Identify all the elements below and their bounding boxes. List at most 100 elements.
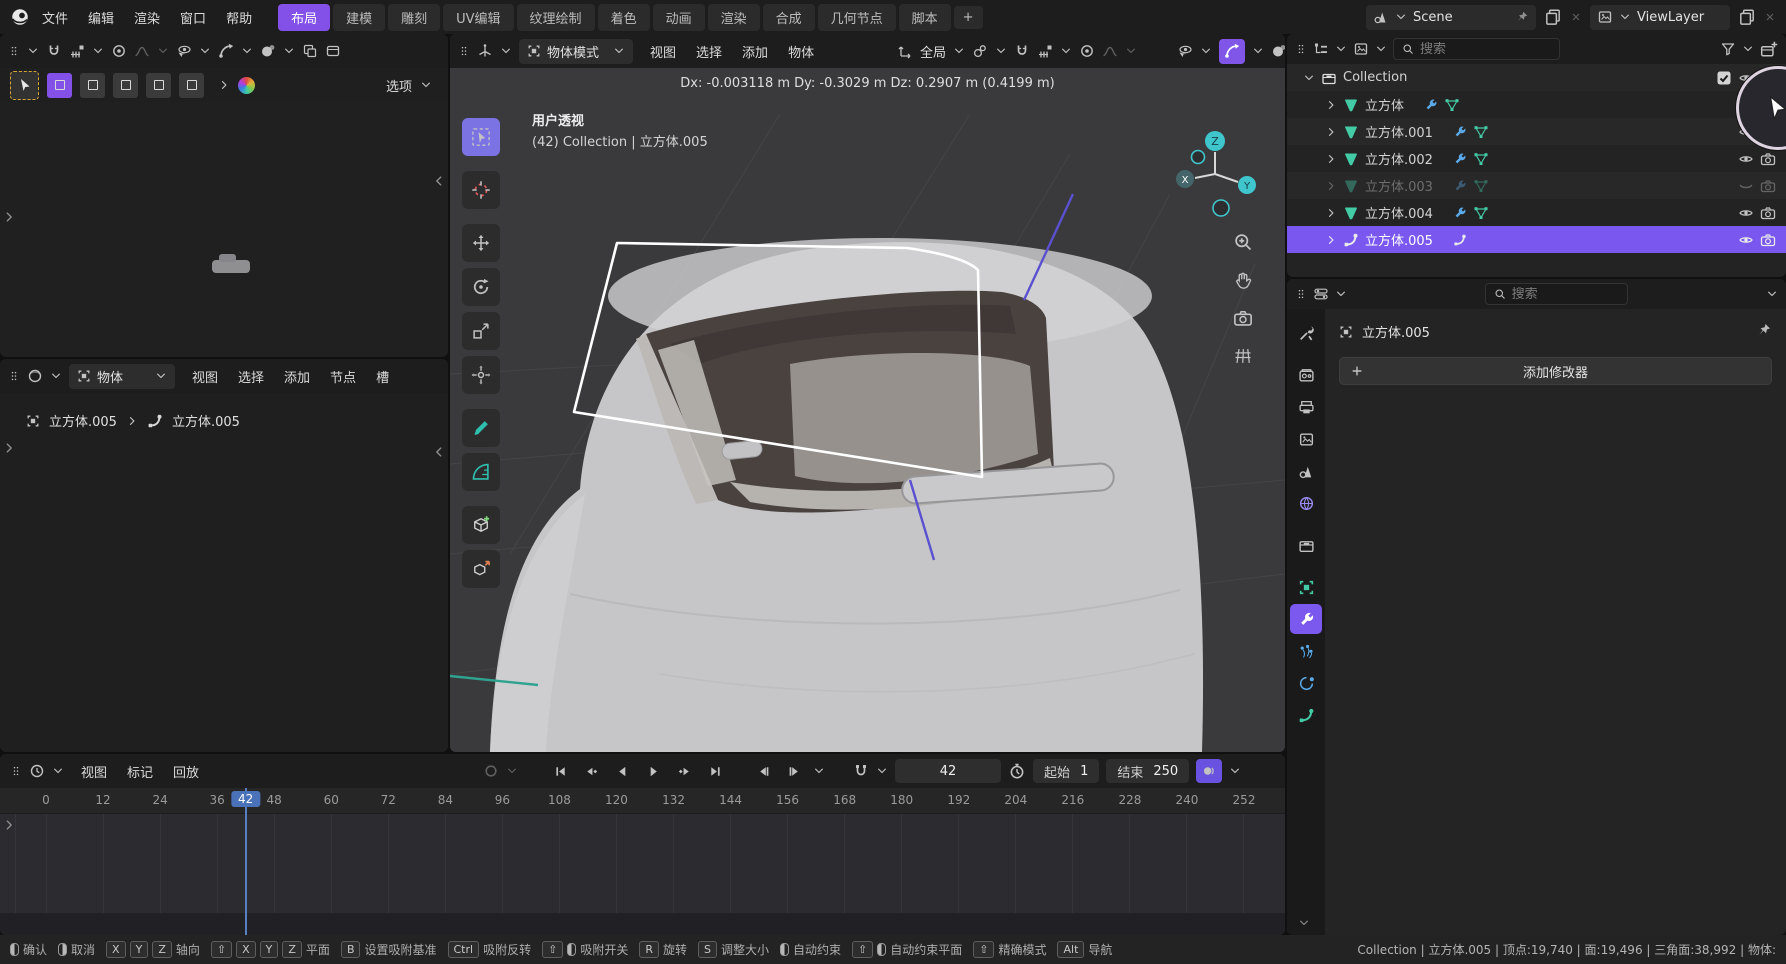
- chevron-down-icon[interactable]: [953, 45, 965, 57]
- options-button[interactable]: 选项: [386, 76, 412, 95]
- pin-icon[interactable]: [1515, 10, 1529, 24]
- camera-visibility-icon[interactable]: [1760, 151, 1776, 167]
- properties-tab-world[interactable]: [1290, 488, 1322, 518]
- playhead[interactable]: [245, 788, 247, 935]
- camera-visibility-icon[interactable]: [1760, 232, 1776, 248]
- navigation-gizmo[interactable]: Z Y X: [1169, 128, 1261, 220]
- menu-帮助[interactable]: 帮助: [216, 5, 262, 30]
- grip-icon[interactable]: [10, 765, 22, 777]
- workspace-tab-雕刻[interactable]: 雕刻: [388, 4, 440, 31]
- next-keyframe-button[interactable]: [672, 759, 696, 783]
- tool-move-button[interactable]: [462, 224, 500, 262]
- outliner-row-立方体.003[interactable]: 立方体.003: [1287, 172, 1786, 199]
- av-sync-button[interactable]: [1196, 759, 1222, 783]
- outliner-search-input[interactable]: [1420, 42, 1551, 57]
- play-reverse-button[interactable]: [610, 759, 634, 783]
- frame-tick-240[interactable]: 240: [1176, 793, 1199, 807]
- viewport-3d[interactable]: 物体模式 视图选择添加物体 全局 Dx: -0.003118 m Dy: -0.…: [450, 34, 1285, 752]
- outliner-row-collection[interactable]: Collection: [1287, 64, 1786, 91]
- frame-tick-72[interactable]: 72: [381, 793, 396, 807]
- visibility-icon[interactable]: [176, 43, 192, 59]
- chevron-down-icon[interactable]: [876, 765, 888, 777]
- falloff-curve-icon[interactable]: [134, 43, 150, 59]
- outliner-row-立方体.005[interactable]: 立方体.005: [1287, 226, 1786, 253]
- node-menu-槽[interactable]: 槽: [366, 364, 399, 389]
- overlays-toggle-icon[interactable]: [1271, 43, 1285, 59]
- camera-view-button[interactable]: [1231, 306, 1255, 330]
- properties-tab-object-data[interactable]: [1290, 700, 1322, 730]
- frame-tick-120[interactable]: 120: [605, 793, 628, 807]
- viewport-menu-物体[interactable]: 物体: [778, 39, 824, 64]
- properties-tab-scene[interactable]: [1290, 456, 1322, 486]
- viewport-menu-选择[interactable]: 选择: [686, 39, 732, 64]
- workspace-tab-建模[interactable]: 建模: [333, 4, 385, 31]
- node-menu-节点[interactable]: 节点: [320, 364, 366, 389]
- frame-tick-228[interactable]: 228: [1118, 793, 1141, 807]
- chevron-down-icon[interactable]: [199, 45, 211, 57]
- tool-extrude-button[interactable]: [462, 550, 500, 588]
- chevron-down-icon[interactable]: [420, 79, 432, 91]
- add-workspace-button[interactable]: +: [954, 6, 983, 29]
- display-mode-icon[interactable]: [1353, 41, 1369, 57]
- use-preview-range-icon[interactable]: [1008, 762, 1026, 780]
- workspace-tab-UV编辑[interactable]: UV编辑: [443, 4, 513, 31]
- prev-keyframe-button[interactable]: [579, 759, 603, 783]
- node-menu-视图[interactable]: 视图: [182, 364, 228, 389]
- chevron-down-icon[interactable]: [283, 45, 295, 57]
- workspace-tab-合成[interactable]: 合成: [763, 4, 815, 31]
- workspace-tab-纹理绘制[interactable]: 纹理绘制: [517, 4, 595, 31]
- snap-magnet-icon[interactable]: [46, 43, 62, 59]
- collapse-chevron-icon[interactable]: [1303, 72, 1315, 84]
- next-frame-button[interactable]: [782, 759, 806, 783]
- zoom-button[interactable]: [1231, 230, 1255, 254]
- pin-icon[interactable]: [1756, 322, 1772, 338]
- properties-tab-collection[interactable]: [1290, 530, 1322, 560]
- chevron-down-icon[interactable]: [995, 45, 1007, 57]
- current-frame-badge[interactable]: 42: [231, 791, 260, 807]
- overlays-toggle-icon[interactable]: [260, 43, 276, 59]
- tool-add-cube-button[interactable]: [462, 506, 500, 544]
- node-editor-canvas[interactable]: 立方体.005 立方体.005: [0, 393, 448, 752]
- chevron-down-icon[interactable]: [506, 765, 518, 777]
- timeline-menu-标记[interactable]: 标记: [117, 759, 163, 784]
- frame-tick-180[interactable]: 180: [890, 793, 913, 807]
- pan-button[interactable]: [1231, 268, 1255, 292]
- snap-magnet-icon[interactable]: [1014, 43, 1030, 59]
- eye-icon[interactable]: [1738, 205, 1754, 221]
- chevron-down-icon[interactable]: [27, 45, 39, 57]
- select-mode-subtract[interactable]: [113, 73, 138, 98]
- tool-cursor-button[interactable]: [462, 171, 500, 209]
- frame-tick-168[interactable]: 168: [833, 793, 856, 807]
- frame-tick-108[interactable]: 108: [548, 793, 571, 807]
- add-modifier-button[interactable]: 添加修改器: [1339, 357, 1772, 385]
- properties-tab-particles[interactable]: [1290, 636, 1322, 666]
- select-mode-new[interactable]: [47, 73, 72, 98]
- menu-渲染[interactable]: 渲染: [124, 5, 170, 30]
- chevron-down-icon[interactable]: [241, 45, 253, 57]
- workspace-tab-着色[interactable]: 着色: [598, 4, 650, 31]
- tool-measure-button[interactable]: [462, 453, 500, 491]
- select-mode-invert[interactable]: [146, 73, 171, 98]
- editor-type-icon[interactable]: [1313, 286, 1329, 302]
- proportional-edit-icon[interactable]: [1079, 43, 1095, 59]
- outliner-search[interactable]: [1393, 38, 1560, 60]
- editor-type-icon[interactable]: [27, 368, 43, 384]
- properties-tab-physics[interactable]: [1290, 668, 1322, 698]
- frame-tick-96[interactable]: 96: [495, 793, 510, 807]
- frame-tick-216[interactable]: 216: [1061, 793, 1084, 807]
- viewlayer-selector[interactable]: ViewLayer: [1590, 5, 1730, 30]
- menu-文件[interactable]: 文件: [32, 5, 78, 30]
- panel-close-chevron-icon[interactable]: [432, 445, 446, 459]
- workspace-tab-渲染[interactable]: 渲染: [708, 4, 760, 31]
- frame-tick-144[interactable]: 144: [719, 793, 742, 807]
- scene-selector[interactable]: Scene: [1366, 5, 1536, 30]
- timeline-tracks[interactable]: [0, 814, 1285, 935]
- chevron-down-icon[interactable]: [1252, 45, 1264, 57]
- workspace-tab-动画[interactable]: 动画: [653, 4, 705, 31]
- uv-editor-canvas[interactable]: [0, 102, 448, 357]
- copy-scene-icon[interactable]: [1544, 8, 1562, 26]
- eye-icon[interactable]: [1738, 151, 1754, 167]
- properties-tab-modifiers[interactable]: [1290, 604, 1322, 634]
- tool-rotate-button[interactable]: [462, 268, 500, 306]
- keying-set-icon[interactable]: [853, 763, 869, 779]
